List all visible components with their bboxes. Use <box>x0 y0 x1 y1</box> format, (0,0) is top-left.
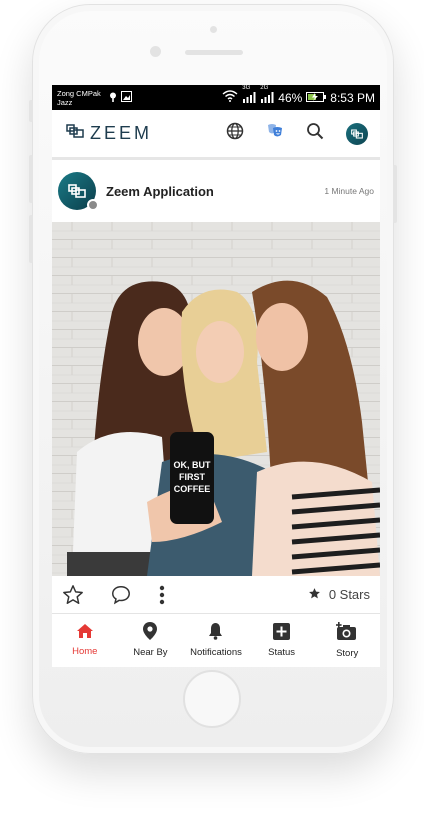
signal-2-icon: 2G <box>260 85 274 103</box>
star-count: 0 Stars <box>308 587 370 603</box>
post-timestamp: 1 Minute Ago <box>324 186 374 196</box>
nav-near-by-label: Near By <box>133 647 168 658</box>
nav-story-label: Story <box>336 647 359 659</box>
logo-mark-icon <box>66 124 84 143</box>
location-icon <box>109 92 117 104</box>
post-photo[interactable]: OK, BUT FIRST COFFEE <box>52 222 380 576</box>
battery-icon <box>306 91 327 105</box>
earpiece-speaker <box>185 50 243 55</box>
carrier-line-1: Zong CMPak <box>57 88 101 98</box>
svg-text:COFFEE: COFFEE <box>174 484 211 494</box>
mute-switch <box>29 100 33 122</box>
more-vertical-icon[interactable] <box>158 584 166 606</box>
nav-home[interactable]: Home <box>52 614 118 666</box>
comment-icon[interactable] <box>110 584 132 606</box>
nav-near-by[interactable]: Near By <box>118 614 184 666</box>
nav-notifications-label: Notifications <box>190 647 242 658</box>
post-author[interactable]: Zeem Application <box>106 184 214 199</box>
post-header: Zeem Application 1 Minute Ago <box>52 160 380 222</box>
power-button <box>393 165 397 223</box>
post-actions: 0 Stars <box>52 576 380 614</box>
clock: 8:53 PM <box>330 90 375 105</box>
carrier-line-2: Jazz <box>57 97 73 107</box>
search-icon[interactable] <box>306 122 324 145</box>
nav-notifications[interactable]: Notifications <box>183 614 249 666</box>
presence-indicator <box>87 199 99 211</box>
nav-status[interactable]: Status <box>249 614 315 666</box>
volume-up-button <box>29 155 33 203</box>
status-bar: Zong CMPak Jazz 3G 2G 46% 8:53 PM <box>52 85 380 110</box>
star-filled-icon <box>308 587 321 603</box>
volume-down-button <box>29 215 33 263</box>
masks-icon[interactable] <box>266 122 284 145</box>
app-screen: Zong CMPak Jazz 3G 2G 46% 8:53 PM ZEEM Z… <box>52 85 380 667</box>
star-outline-icon[interactable] <box>62 584 84 606</box>
proximity-sensor <box>210 26 217 33</box>
wifi-icon <box>222 90 238 105</box>
app-logo[interactable]: ZEEM <box>66 123 152 144</box>
camera-plus-icon <box>336 621 358 644</box>
nav-story[interactable]: Story <box>314 614 380 666</box>
battery-percent: 46% <box>278 90 303 105</box>
bell-icon <box>208 622 223 643</box>
network-1-label: 3G <box>242 85 251 91</box>
home-icon <box>76 623 94 642</box>
globe-icon[interactable] <box>226 122 244 145</box>
nav-status-label: Status <box>268 646 296 658</box>
star-count-label: 0 Stars <box>328 587 370 602</box>
plus-square-icon <box>273 622 291 643</box>
svg-text:FIRST: FIRST <box>179 472 206 482</box>
gallery-icon <box>120 91 132 104</box>
home-button[interactable] <box>183 670 241 728</box>
author-avatar[interactable] <box>58 172 99 211</box>
app-header: ZEEM <box>52 110 380 160</box>
front-camera <box>150 46 161 57</box>
bottom-navigation: Home Near By Notifications Status Story <box>52 614 380 666</box>
carrier-info: Zong CMPak Jazz <box>57 89 101 107</box>
profile-avatar[interactable] <box>346 122 368 145</box>
svg-text:OK, BUT: OK, BUT <box>174 460 212 470</box>
nav-home-label: Home <box>72 646 98 657</box>
network-2-label: 2G <box>260 85 269 91</box>
signal-1-icon: 3G <box>242 85 256 103</box>
logo-text: ZEEM <box>90 123 153 143</box>
location-pin-icon <box>143 622 158 643</box>
